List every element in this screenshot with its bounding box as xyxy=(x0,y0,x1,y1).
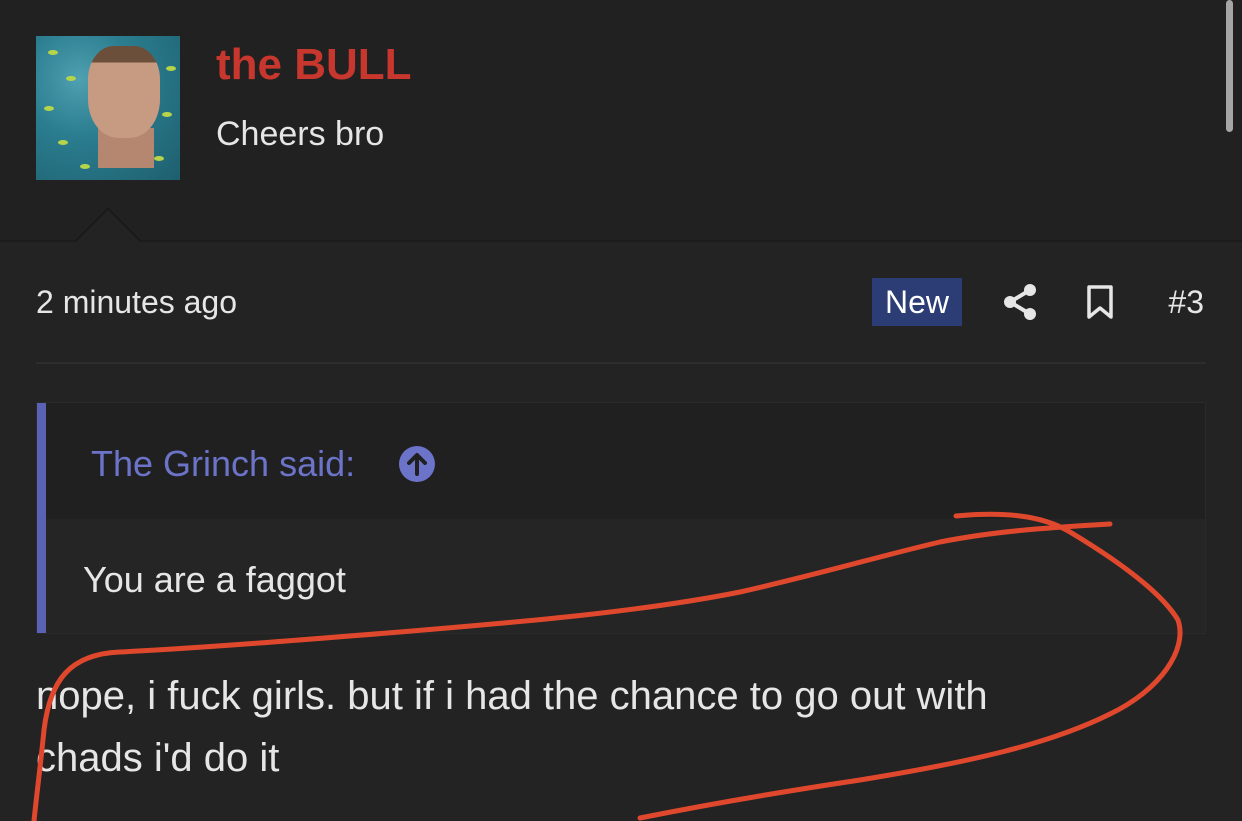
message-line: nope, i fuck girls. but if i had the cha… xyxy=(36,674,988,718)
message-line: chads i'd do it xyxy=(36,736,280,780)
avatar-decoration xyxy=(154,156,164,161)
avatar-decoration xyxy=(66,76,76,81)
avatar-face xyxy=(88,46,160,138)
scrollbar[interactable] xyxy=(1226,0,1233,132)
meta-divider xyxy=(36,362,1206,364)
share-icon[interactable] xyxy=(1002,282,1038,322)
post-meta-row: 2 minutes ago New #3 xyxy=(36,276,1206,330)
quote-body: You are a faggot xyxy=(46,519,1205,633)
avatar-decoration xyxy=(58,140,68,145)
quote-header: The Grinch said: xyxy=(46,403,1205,519)
avatar-decoration xyxy=(162,112,172,117)
post-header xyxy=(0,0,1242,241)
user-title: Cheers bro xyxy=(216,115,385,153)
avatar[interactable] xyxy=(36,36,180,180)
post-timestamp[interactable]: 2 minutes ago xyxy=(36,284,237,321)
arrow-up-circle-icon[interactable] xyxy=(398,445,436,483)
quote-accent-bar xyxy=(37,403,46,633)
bookmark-icon[interactable] xyxy=(1086,284,1114,320)
quote-text: You are a faggot xyxy=(83,559,346,600)
avatar-decoration xyxy=(44,106,54,111)
header-pointer-fill xyxy=(76,210,140,242)
new-badge: New xyxy=(872,278,962,326)
post-number[interactable]: #3 xyxy=(1168,284,1204,321)
quote-block: The Grinch said: You are a faggot xyxy=(36,402,1206,634)
header-divider xyxy=(0,240,1242,242)
avatar-decoration xyxy=(166,66,176,71)
avatar-decoration xyxy=(80,164,90,169)
quote-author[interactable]: The Grinch said: xyxy=(91,443,355,485)
post-message: nope, i fuck girls. but if i had the cha… xyxy=(36,665,1206,789)
username[interactable]: the BULL xyxy=(216,40,412,90)
avatar-decoration xyxy=(48,50,58,55)
